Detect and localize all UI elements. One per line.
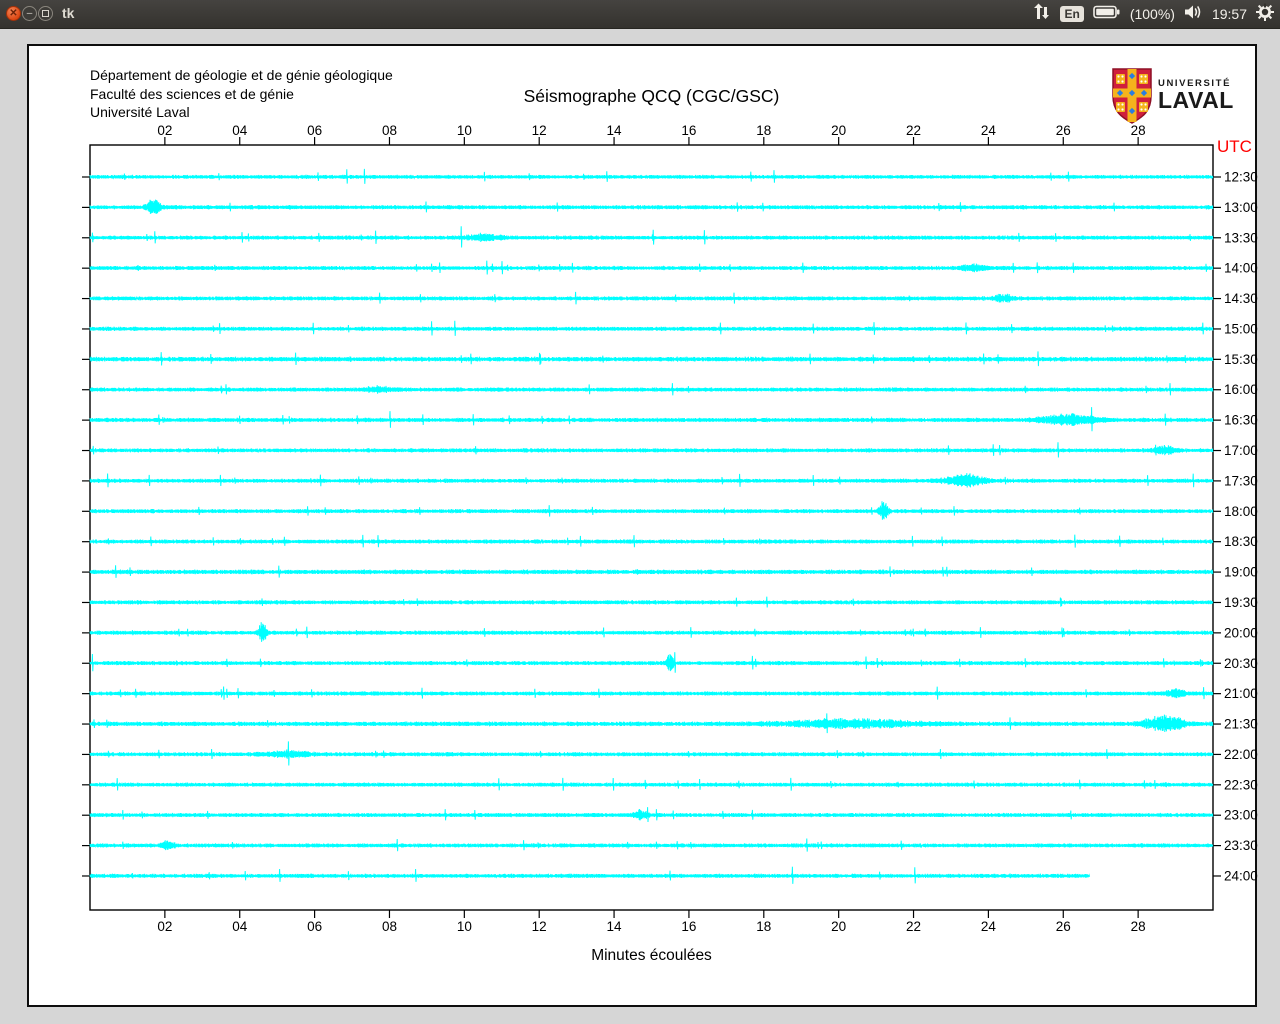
seismogram-trace-20:00 [89,622,1214,642]
x-tick-label-top: 22 [906,123,921,138]
seismogram-trace-22:00 [89,741,1214,766]
x-tick-label-bottom: 20 [831,919,846,934]
x-axis-label: Minutes écoulées [591,947,712,964]
seismogram-trace-22:30 [89,777,1214,791]
session-gear-icon[interactable] [1256,3,1274,26]
utc-time-label: 14:30 [1224,291,1258,306]
utc-time-label: 17:00 [1224,443,1258,458]
utc-time-label: 23:30 [1224,838,1258,853]
laval-shield-icon [1112,68,1152,124]
laval-logo: UNIVERSITÉ LAVAL [1111,68,1241,124]
seismogram-trace-24:00 [89,866,1091,884]
x-tick-label-bottom: 24 [981,919,997,934]
seismogram-trace-19:00 [89,565,1214,578]
seismograph-canvas: Département de géologie et de génie géol… [27,44,1258,1007]
utc-time-label: 21:00 [1224,686,1258,701]
plot-frame [89,144,1214,911]
laval-wordmark-line2: LAVAL [1158,87,1234,113]
x-tick-label-top: 14 [607,123,623,138]
seismogram-trace-23:00 [89,807,1214,823]
x-tick-label-bottom: 16 [681,919,696,934]
utc-time-label: 20:00 [1224,625,1258,640]
seismogram-trace-17:00 [89,442,1214,458]
window-minimize-button[interactable]: – [22,6,37,21]
x-tick-label-top: 18 [756,123,771,138]
utc-time-label: 17:30 [1224,473,1258,488]
x-tick-label-top: 28 [1131,123,1146,138]
utc-time-label: 16:30 [1224,413,1258,428]
seismogram-trace-13:30 [89,226,1214,248]
seismogram-trace-12:30 [89,168,1214,184]
x-tick-label-top: 12 [532,123,547,138]
x-tick-label-bottom: 26 [1056,919,1071,934]
utc-time-label: 18:00 [1224,504,1258,519]
helicorder-plot: 02 02 04 04 06 06 08 08 10 10 12 12 14 14 16 16 18 18 20 20… [82,123,1258,934]
window-maximize-button[interactable] [38,6,53,21]
institution-line-1: Département de géologie et de génie géol… [90,67,393,83]
x-tick-label-bottom: 08 [382,919,397,934]
x-tick-label-bottom: 28 [1131,919,1146,934]
window-title: tk [62,5,75,21]
seismogram-trace-15:00 [89,320,1214,336]
battery-percentage[interactable]: (100%) [1130,6,1175,22]
clock[interactable]: 19:57 [1212,6,1247,22]
utc-time-label: 13:00 [1224,200,1258,215]
x-tick-label-top: 26 [1056,123,1071,138]
x-tick-label-bottom: 22 [906,919,921,934]
top-panel: ✕ – tk En (100%) 19:57 [0,0,1280,29]
seismogram-trace-21:00 [89,686,1214,700]
utc-time-label: 21:30 [1224,717,1258,732]
x-tick-label-top: 20 [831,123,846,138]
x-tick-label-top: 06 [307,123,322,138]
laval-wordmark: UNIVERSITÉ LAVAL [1158,78,1234,113]
x-tick-label-bottom: 10 [457,919,472,934]
x-tick-label-top: 10 [457,123,472,138]
chart-title: Séismographe QCQ (CGC/GSC) [523,86,780,106]
utc-time-label: 19:30 [1224,595,1258,610]
utc-time-label: 23:00 [1224,808,1258,823]
utc-time-label: 20:30 [1224,656,1258,671]
x-tick-label-bottom: 06 [307,919,322,934]
utc-time-label: 15:30 [1224,352,1258,367]
seismogram-trace-15:30 [89,351,1214,367]
volume-icon[interactable] [1184,4,1203,25]
utc-time-label: 22:00 [1224,747,1258,762]
seismogram-trace-23:30 [89,838,1214,852]
x-tick-label-top: 08 [382,123,397,138]
seismogram-trace-16:00 [89,383,1214,396]
x-tick-label-bottom: 18 [756,919,771,934]
text-direction-arrows-icon[interactable] [1032,3,1051,26]
seismogram-trace-20:30 [89,652,1214,673]
seismogram-trace-14:00 [89,260,1214,275]
battery-icon[interactable] [1093,4,1121,25]
x-tick-label-top: 16 [681,123,696,138]
utc-time-label: 19:00 [1224,565,1258,580]
keyboard-layout-indicator[interactable]: En [1060,6,1084,22]
utc-time-label: 13:30 [1224,230,1258,245]
system-tray: En (100%) 19:57 [1032,0,1274,28]
x-tick-label-bottom: 04 [232,919,248,934]
x-tick-label-top: 04 [232,123,248,138]
seismogram-trace-17:30 [89,473,1214,488]
x-tick-label-bottom: 02 [157,919,172,934]
seismogram-trace-19:30 [89,596,1214,608]
seismogram-trace-18:30 [89,534,1214,548]
window-close-button[interactable]: ✕ [6,6,21,21]
utc-time-label: 12:30 [1224,170,1258,185]
utc-time-label: 15:00 [1224,321,1258,336]
seismogram-trace-16:30 [89,407,1214,432]
utc-time-label: 24:00 [1224,868,1258,883]
seismogram-trace-14:30 [89,291,1214,305]
utc-time-label: 22:30 [1224,777,1258,792]
x-tick-label-bottom: 14 [607,919,623,934]
utc-time-label: 16:00 [1224,382,1258,397]
seismogram-trace-18:00 [89,501,1214,520]
x-tick-label-bottom: 12 [532,919,547,934]
utc-time-label: 18:30 [1224,534,1258,549]
seismogram-trace-21:30 [89,713,1214,734]
utc-time-label: 14:00 [1224,261,1258,276]
x-tick-label-top: 02 [157,123,172,138]
seismogram-trace-13:00 [89,199,1214,214]
x-tick-label-top: 24 [981,123,997,138]
